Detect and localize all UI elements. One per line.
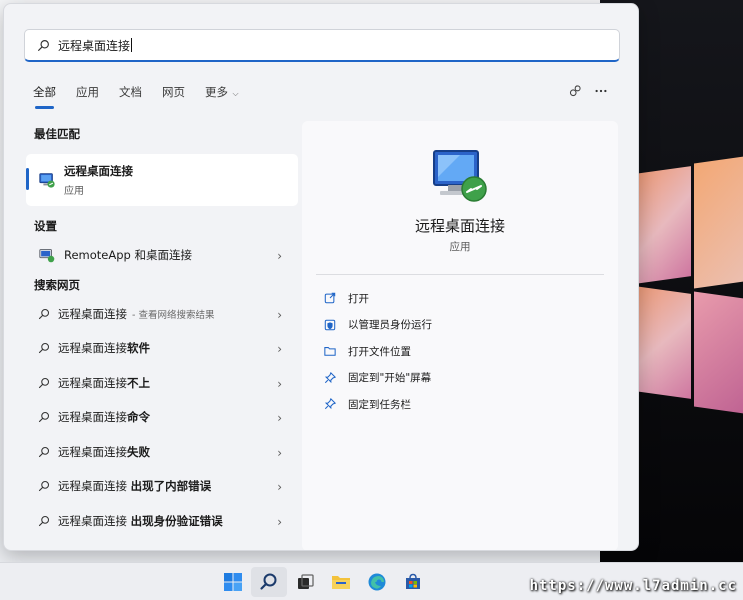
divider: [316, 274, 604, 275]
best-match-text: 远程桌面连接 应用: [64, 163, 133, 197]
best-match-type: 应用: [64, 186, 84, 197]
search-icon: [38, 342, 50, 354]
chevron-right-icon: ›: [277, 376, 282, 391]
web-search-item[interactable]: 远程桌面连接 - 查看网络搜索结果 ›: [26, 297, 298, 332]
tab-all[interactable]: 全部: [33, 84, 56, 109]
chevron-right-icon: ›: [277, 249, 282, 263]
best-match-header: 最佳匹配: [34, 127, 80, 141]
web-search-item[interactable]: 远程桌面连接失败 ›: [26, 435, 298, 470]
start-search-menu: 远程桌面连接 全部 应用 文档 网页 更多 ⌵ 最佳匹配 远程桌面连接 应用 设…: [3, 3, 639, 551]
settings-header: 设置: [34, 219, 57, 233]
share-icon[interactable]: [562, 80, 588, 102]
web-search-item[interactable]: 远程桌面连接不上 ›: [26, 366, 298, 401]
web-search-label: 远程桌面连接软件: [58, 341, 150, 356]
search-icon: [38, 515, 50, 527]
web-search-item[interactable]: 远程桌面连接 出现了内部错误 ›: [26, 469, 298, 504]
watermark-url: https://www.l7admin.cc: [529, 578, 737, 594]
results-list: 最佳匹配 远程桌面连接 应用 设置 RemoteApp 和桌面连接 › 搜索网页…: [26, 122, 298, 538]
search-query[interactable]: 远程桌面连接: [58, 37, 130, 54]
windows-start-icon[interactable]: [215, 567, 251, 597]
web-search-label: 远程桌面连接 - 查看网络搜索结果: [58, 306, 215, 321]
action-run-as-admin[interactable]: 以管理员身份运行: [324, 312, 432, 339]
web-search-header: 搜索网页: [34, 277, 80, 292]
action-pin-to-taskbar-label: 固定到任务栏: [348, 398, 411, 411]
selection-indicator: [26, 168, 29, 190]
action-open-file-location-label: 打开文件位置: [348, 345, 411, 358]
remote-desktop-large-icon: [430, 147, 490, 205]
settings-item-label: RemoteApp 和桌面连接: [64, 248, 192, 263]
remote-desktop-app-icon: [38, 171, 56, 189]
search-icon: [38, 377, 50, 389]
tab-apps[interactable]: 应用: [76, 84, 99, 100]
pin-icon: [324, 398, 336, 410]
web-search-label: 远程桌面连接命令: [58, 410, 150, 425]
search-icon: [38, 308, 50, 320]
tab-more[interactable]: 更多 ⌵: [205, 84, 239, 100]
search-icon[interactable]: [251, 567, 287, 597]
search-input[interactable]: 远程桌面连接: [24, 29, 620, 62]
search-icon: [38, 446, 50, 458]
chevron-right-icon: ›: [277, 480, 282, 494]
folder-icon: [324, 345, 336, 357]
action-open-file-location[interactable]: 打开文件位置: [324, 338, 432, 365]
task-view-icon[interactable]: [287, 567, 323, 597]
search-icon: [37, 39, 50, 52]
action-open[interactable]: 打开: [324, 285, 432, 312]
web-search-label: 远程桌面连接 出现身份验证错误: [58, 513, 223, 528]
store-icon[interactable]: [395, 567, 431, 597]
best-match-name: 远程桌面连接: [64, 164, 133, 178]
remoteapp-settings-icon: [38, 246, 56, 264]
action-pin-to-taskbar[interactable]: 固定到任务栏: [324, 391, 432, 418]
action-run-as-admin-label: 以管理员身份运行: [348, 319, 432, 332]
chevron-down-icon: ⌵: [230, 89, 239, 98]
search-icon: [38, 411, 50, 423]
tab-web[interactable]: 网页: [162, 84, 185, 100]
chevron-right-icon: ›: [277, 307, 282, 322]
web-search-label: 远程桌面连接不上: [58, 375, 150, 390]
search-icon: [38, 480, 50, 492]
filter-tabs: 全部 应用 文档 网页 更多 ⌵: [33, 82, 259, 109]
edge-icon[interactable]: [359, 567, 395, 597]
chevron-right-icon: ›: [277, 411, 282, 425]
action-pin-to-start[interactable]: 固定到"开始"屏幕: [324, 365, 432, 392]
web-search-label: 远程桌面连接失败: [58, 444, 150, 459]
web-search-label: 远程桌面连接 出现了内部错误: [58, 479, 212, 494]
text-caret: [131, 38, 133, 52]
web-search-item[interactable]: 远程桌面连接命令 ›: [26, 400, 298, 435]
action-pin-to-start-label: 固定到"开始"屏幕: [348, 372, 432, 385]
tab-documents[interactable]: 文档: [119, 84, 142, 100]
header-actions: [562, 80, 614, 102]
chevron-right-icon: ›: [277, 445, 282, 460]
detail-app-type: 应用: [449, 241, 471, 253]
action-open-label: 打开: [348, 292, 369, 305]
file-explorer-icon[interactable]: [323, 567, 359, 597]
detail-actions: 打开 以管理员身份运行 打开文件位置 固定到"开始"屏幕 固定到任务栏: [324, 285, 432, 418]
pin-icon: [324, 371, 336, 384]
open-icon: [324, 292, 336, 304]
detail-app-title: 远程桌面连接: [414, 217, 505, 235]
chevron-right-icon: ›: [277, 342, 282, 356]
taskbar-icons: [215, 567, 431, 597]
shield-icon: [324, 319, 336, 331]
best-match-item[interactable]: 远程桌面连接 应用: [26, 154, 298, 206]
chevron-right-icon: ›: [277, 514, 282, 529]
web-search-item[interactable]: 远程桌面连接软件 ›: [26, 331, 298, 366]
tab-more-label: 更多: [205, 85, 228, 99]
settings-item-remoteapp[interactable]: RemoteApp 和桌面连接 ›: [26, 238, 298, 273]
detail-panel: 远程桌面连接 应用 打开 以管理员身份运行 打开文件位置 固定到"开始"屏幕 固…: [302, 121, 618, 550]
more-icon[interactable]: [588, 80, 614, 102]
web-search-item[interactable]: 远程桌面连接 出现身份验证错误 ›: [26, 504, 298, 539]
